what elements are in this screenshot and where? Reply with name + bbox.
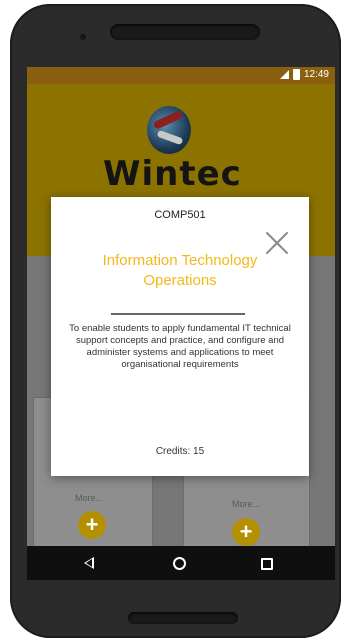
more-link[interactable]: More... [75, 493, 103, 503]
status-icons: 12:49 [279, 69, 329, 80]
home-icon[interactable] [173, 557, 186, 570]
add-course-button[interactable]: + [232, 518, 260, 546]
status-time: 12:49 [303, 69, 329, 80]
signal-icon [279, 70, 289, 79]
course-title: Information Technology Operations [102, 252, 258, 289]
logo-text: Wintec [103, 154, 242, 194]
status-bar: 12:49 [27, 67, 335, 84]
earpiece-speaker [110, 24, 260, 40]
add-course-button[interactable]: + [78, 511, 106, 539]
front-camera [80, 34, 86, 40]
android-nav-bar [27, 546, 335, 580]
title-divider [111, 313, 245, 315]
course-detail-dialog: COMP501 Information Technology Operation… [51, 197, 309, 476]
app-screen: 12:49 Wintec More... + More... + COMP501… [27, 67, 335, 580]
back-icon[interactable] [84, 557, 94, 569]
more-link[interactable]: More... [232, 499, 260, 509]
bottom-speaker [128, 612, 238, 624]
logo-globe-icon [147, 106, 191, 154]
course-code: COMP501 [154, 209, 206, 221]
battery-icon [292, 69, 300, 80]
recents-icon[interactable] [261, 558, 273, 570]
course-credits: Credits: 15 [155, 446, 205, 457]
course-description: To enable students to apply fundamental … [69, 323, 291, 370]
